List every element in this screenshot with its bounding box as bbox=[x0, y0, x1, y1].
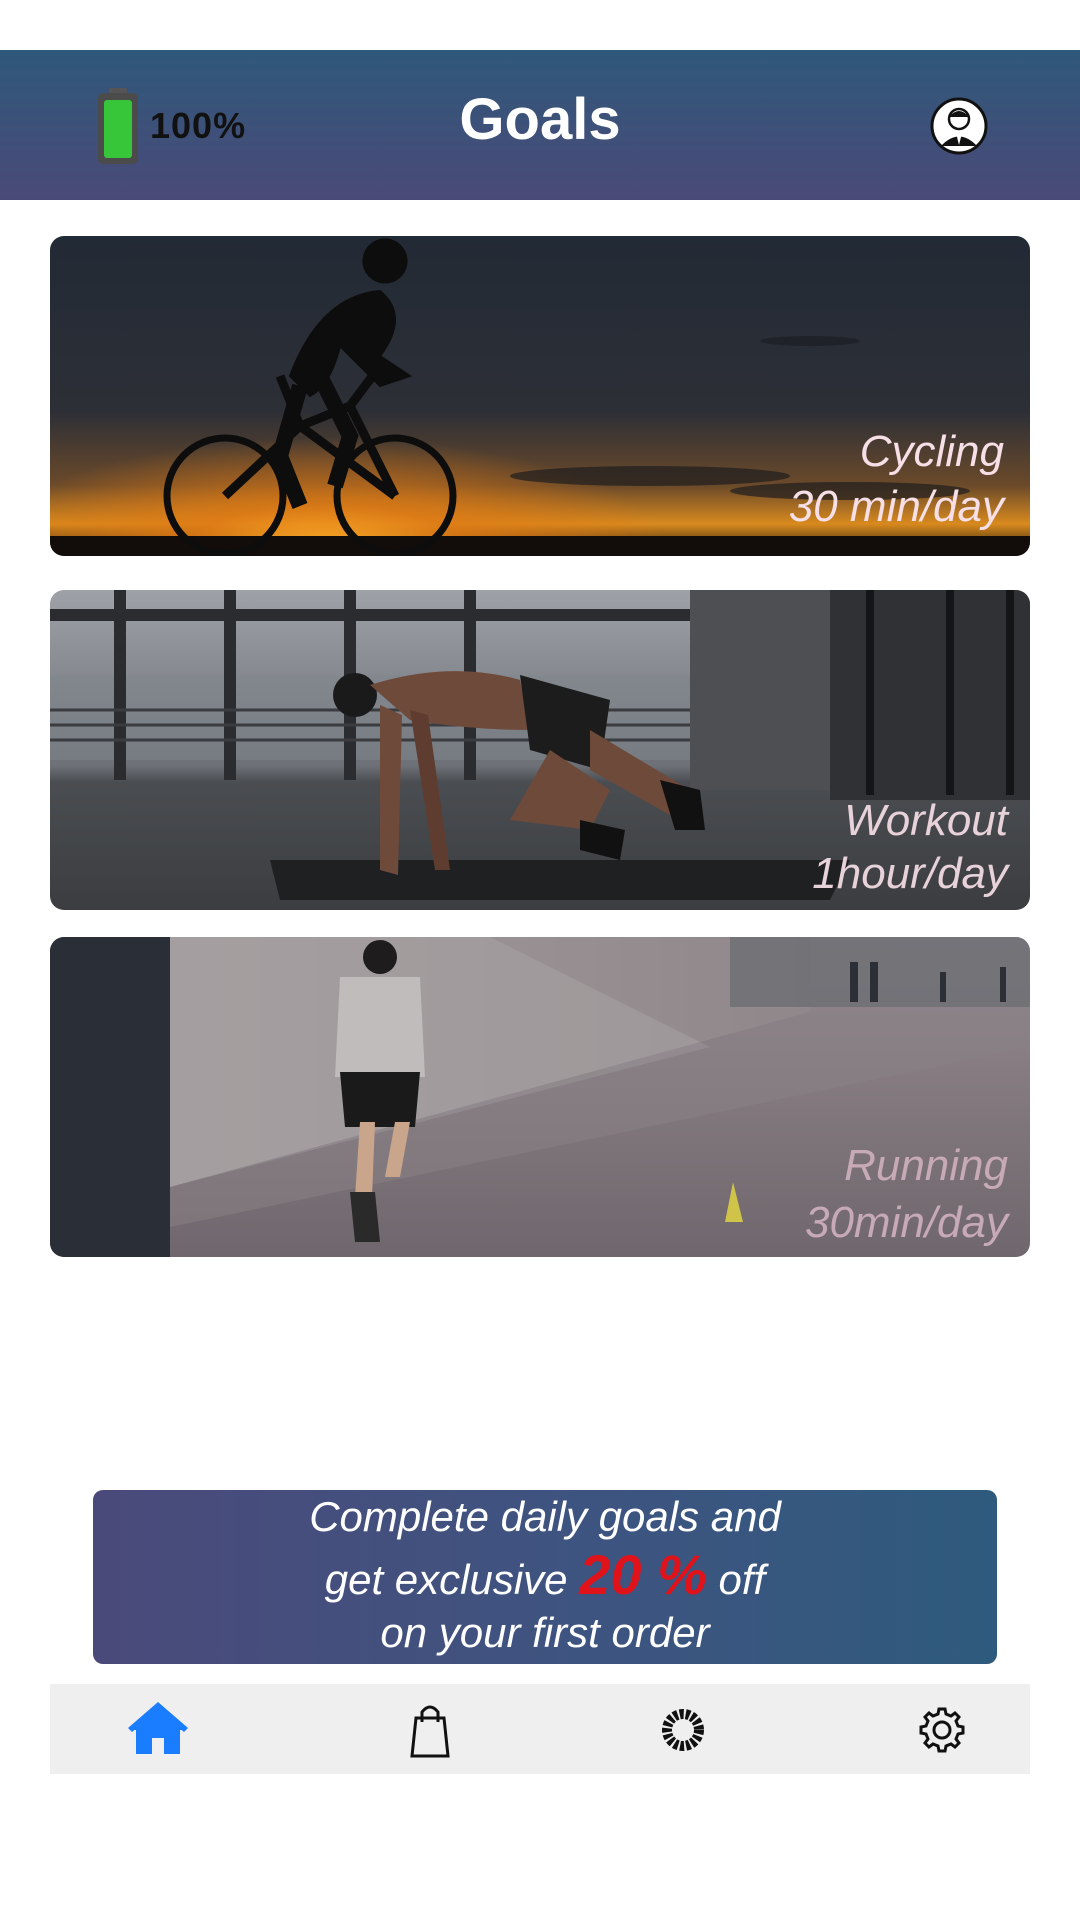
page-title: Goals bbox=[459, 87, 621, 152]
home-icon bbox=[128, 1702, 188, 1754]
promo-line-2-start: get exclusive bbox=[324, 1555, 580, 1603]
promo-line-2: get exclusive 20 % off bbox=[93, 1542, 997, 1608]
promo-line-1: Complete daily goals and bbox=[309, 1493, 781, 1540]
goal-name: Cycling bbox=[859, 427, 1004, 476]
goal-card-cycling[interactable]: Cycling 30 min/day bbox=[50, 236, 1030, 556]
goal-label: Workout 1hour/day bbox=[812, 795, 1008, 901]
goal-name: Workout bbox=[844, 796, 1008, 845]
nav-settings[interactable] bbox=[912, 1702, 972, 1758]
nav-shop[interactable] bbox=[400, 1702, 460, 1758]
promo-line-2-end: off bbox=[706, 1555, 766, 1603]
profile-avatar-icon[interactable] bbox=[930, 97, 988, 155]
goal-name: Running bbox=[844, 1141, 1008, 1190]
circle-icon bbox=[662, 1709, 704, 1751]
goal-card-workout[interactable]: Workout 1hour/day bbox=[50, 590, 1030, 910]
shopping-bag-icon bbox=[410, 1705, 450, 1758]
gear-icon bbox=[919, 1707, 965, 1753]
nav-home[interactable] bbox=[128, 1702, 188, 1758]
bottom-nav bbox=[50, 1684, 1030, 1774]
goal-label: Running 30min/day bbox=[805, 1137, 1008, 1251]
promo-banner[interactable]: Complete daily goals and get exclusive 2… bbox=[93, 1490, 997, 1664]
goal-target: 1hour/day bbox=[812, 848, 1008, 898]
goal-target: 30min/day bbox=[804, 1198, 1008, 1248]
goal-card-running[interactable]: Running 30min/day bbox=[50, 937, 1030, 1257]
goal-label: Cycling 30 min/day bbox=[789, 424, 1004, 534]
goal-target: 30 min/day bbox=[788, 482, 1004, 531]
discount-percentage: 20 % bbox=[579, 1542, 707, 1606]
promo-line-3: on your first order bbox=[380, 1608, 710, 1656]
app-header: 100% Goals bbox=[0, 50, 1080, 200]
nav-activity[interactable] bbox=[653, 1702, 713, 1758]
